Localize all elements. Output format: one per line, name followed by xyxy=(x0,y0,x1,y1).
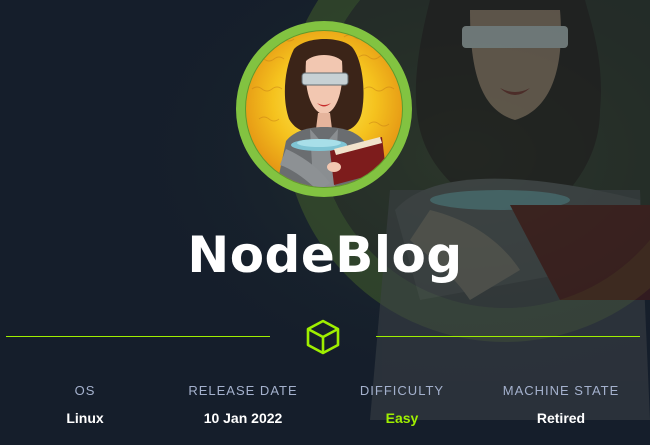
stat-difficulty: DIFFICULTY Easy xyxy=(327,383,477,426)
stat-release-date-value: 10 Jan 2022 xyxy=(203,410,283,426)
stat-difficulty-value: Easy xyxy=(385,410,419,426)
stat-machine-state-value: Retired xyxy=(536,410,586,426)
stat-difficulty-label: DIFFICULTY xyxy=(359,383,445,398)
machine-avatar-woman-reading-icon xyxy=(234,19,414,199)
stat-release-date: RELEASE DATE 10 Jan 2022 xyxy=(168,383,318,426)
stat-os-label: OS xyxy=(74,383,96,398)
stat-machine-state-label: MACHINE STATE xyxy=(502,383,620,398)
divider-right xyxy=(376,336,640,337)
stat-os-value: Linux xyxy=(66,410,104,426)
stat-machine-state: MACHINE STATE Retired xyxy=(486,383,636,426)
machine-title: NodeBlog xyxy=(187,226,463,284)
machine-stats: OS Linux RELEASE DATE 10 Jan 2022 DIFFIC… xyxy=(0,383,650,433)
stat-os: OS Linux xyxy=(10,383,160,426)
divider-left xyxy=(6,336,270,337)
stat-release-date-label: RELEASE DATE xyxy=(188,383,298,398)
cube-icon xyxy=(305,318,341,356)
